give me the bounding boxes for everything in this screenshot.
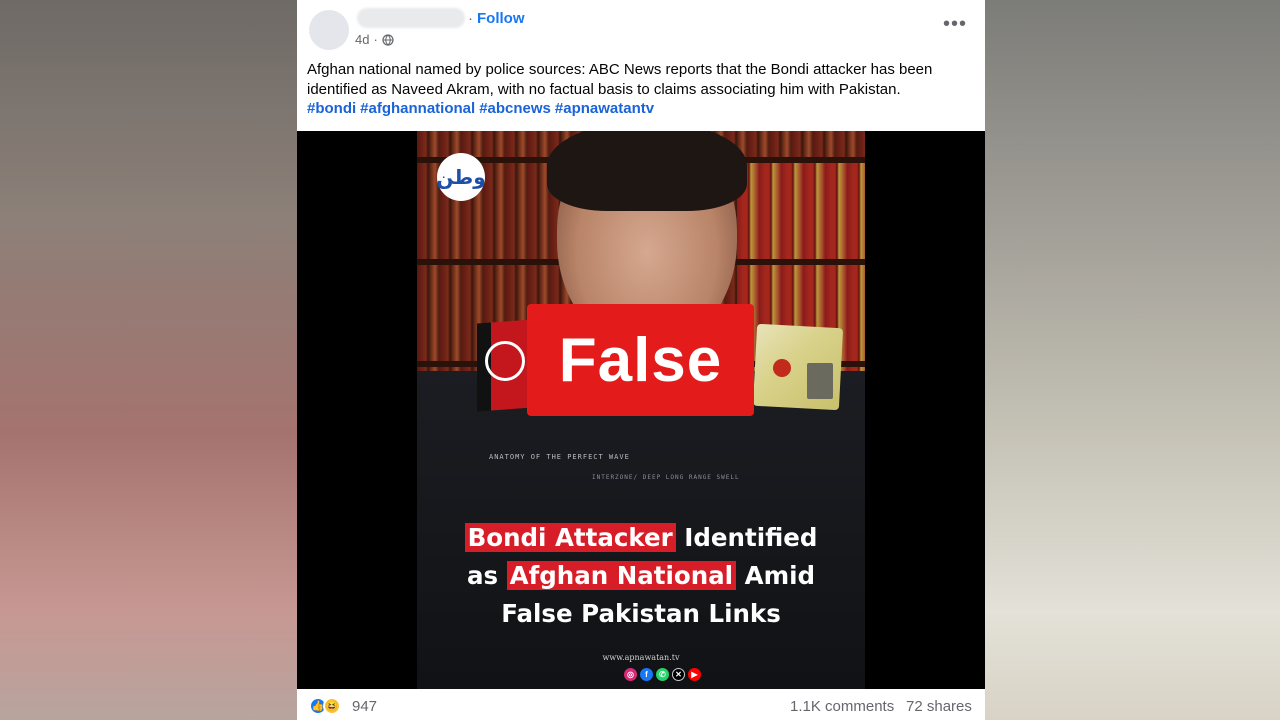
apna-watan-logo: وطن <box>436 153 486 201</box>
avatar[interactable] <box>309 10 349 50</box>
hashtag-link[interactable]: #bondi <box>307 100 356 117</box>
graphic-headline: Bondi Attacker Identified as Afghan Nati… <box>417 519 865 633</box>
hashtag-link[interactable]: #afghannational <box>360 100 475 117</box>
reaction-count[interactable]: 947 <box>352 698 377 715</box>
x-icon: ✕ <box>672 668 685 681</box>
post-footer: 👍 😆 947 1.1K comments 72 shares <box>297 689 985 720</box>
haha-icon: 😆 <box>323 697 341 715</box>
hashtag-link[interactable]: #apnawatantv <box>555 100 654 117</box>
reaction-icons[interactable]: 👍 😆 <box>309 697 341 715</box>
time-separator: · <box>373 32 378 47</box>
headline-text: False Pakistan Links <box>501 599 781 628</box>
more-options-icon[interactable]: ••• <box>943 14 967 34</box>
background-right <box>985 0 1280 720</box>
facebook-post: · Follow 4d · ••• Afghan national named … <box>297 0 985 720</box>
flag-emblem-icon <box>485 341 525 381</box>
headline-text: Amid <box>736 561 816 590</box>
follow-separator: · <box>468 10 473 27</box>
follow-button[interactable]: Follow <box>477 10 525 27</box>
shares-count[interactable]: 72 shares <box>906 698 972 715</box>
shirt-print-line2: INTERZONE/ DEEP LONG RANGE SWELL <box>592 474 740 481</box>
comments-count[interactable]: 1.1K comments <box>790 698 894 715</box>
id-card-emblem-icon <box>773 359 791 377</box>
headline-text: Identified <box>675 523 818 552</box>
post-time[interactable]: 4d <box>355 32 369 47</box>
post-meta: 4d · <box>355 32 394 47</box>
background-left <box>0 0 297 720</box>
post-image[interactable]: ANATOMY OF THE PERFECT WAVE INTERZONE/ D… <box>297 131 985 689</box>
person-hair <box>547 131 747 211</box>
hashtag-link[interactable]: #abcnews <box>479 100 551 117</box>
headline-text: as <box>466 561 507 590</box>
post-caption: Afghan national named by police sources:… <box>307 60 975 119</box>
id-card-photo <box>807 363 833 399</box>
caption-text: Afghan national named by police sources:… <box>307 61 933 98</box>
instagram-icon: ◎ <box>624 668 637 681</box>
blurred-page-name[interactable] <box>357 8 465 28</box>
whatsapp-icon: ✆ <box>656 668 669 681</box>
social-icons: ◎ f ✆ ✕ ▶ <box>624 668 701 681</box>
false-label: False <box>558 325 723 395</box>
headline-highlight: Afghan National <box>506 561 737 590</box>
facebook-icon: f <box>640 668 653 681</box>
hashtags: #bondi #afghannational #abcnews #apnawatant… <box>307 99 975 119</box>
headline-highlight: Bondi Attacker <box>464 523 676 552</box>
false-rating-badge: False <box>527 304 754 416</box>
post-header: · Follow 4d · ••• <box>297 0 985 56</box>
globe-icon <box>382 33 394 46</box>
youtube-icon: ▶ <box>688 668 701 681</box>
shirt-print-line1: ANATOMY OF THE PERFECT WAVE <box>489 453 630 461</box>
logo-text: وطن <box>436 165 486 189</box>
website-url: www.apnawatan.tv <box>602 653 680 662</box>
